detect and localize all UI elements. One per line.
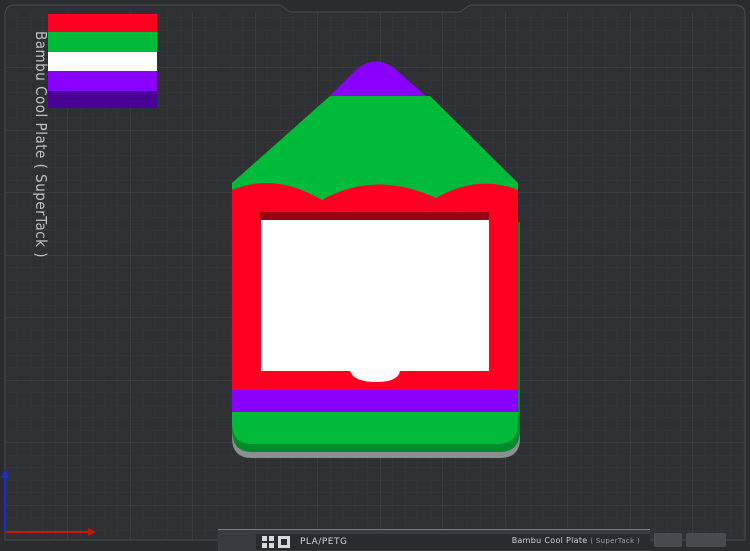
corner-button-left[interactable] [654, 533, 682, 547]
view-icon[interactable] [278, 536, 290, 548]
viewport[interactable]: Bambu Cool Plate ( SuperTack ) PLA/PETG … [0, 0, 750, 551]
plate-scene[interactable] [0, 0, 750, 551]
status-bar: PLA/PETG Bambu Cool Plate ( SuperTack ) [218, 529, 650, 551]
plate-name: Bambu Cool Plate [511, 536, 588, 545]
filament-type: PLA/PETG [300, 537, 348, 547]
purple-band [232, 390, 518, 412]
corner-button-right[interactable] [686, 533, 726, 547]
layout-icon[interactable] [262, 536, 274, 548]
status-bar-inner: PLA/PETG Bambu Cool Plate ( SuperTack ) [256, 534, 650, 550]
window-shadow [260, 212, 489, 220]
plate-subtype: ( SuperTack ) [590, 537, 640, 545]
window-opening [261, 220, 489, 382]
flag-thumbnail [48, 14, 157, 108]
green-bottom [232, 412, 518, 444]
plate-type-label: Bambu Cool Plate ( SuperTack ) [512, 536, 640, 545]
plate-name-vertical: Bambu Cool Plate ( SuperTack ) [32, 31, 50, 258]
